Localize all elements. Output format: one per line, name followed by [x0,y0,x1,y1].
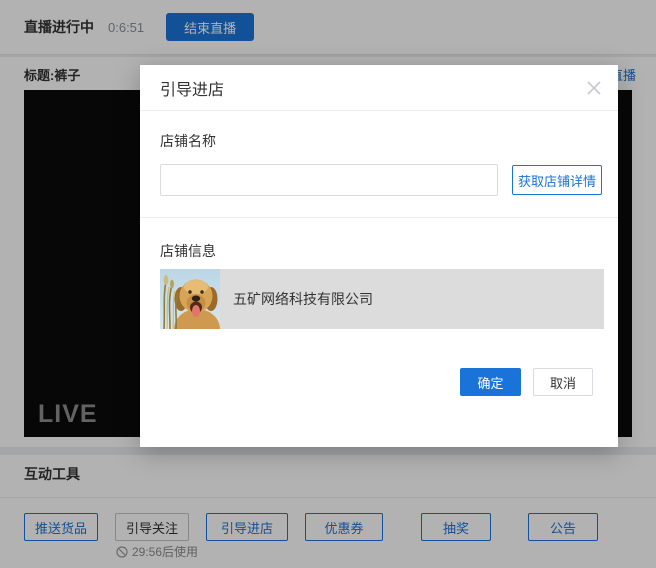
dialog-header: 引导进店 [140,65,618,111]
dialog-title: 引导进店 [160,81,225,99]
close-x-icon [587,81,601,95]
confirm-button[interactable]: 确定 [460,368,521,396]
cancel-button[interactable]: 取消 [533,368,593,396]
store-name-label: 店铺名称 [160,133,216,149]
company-name: 五矿网络科技有限公司 [233,291,373,307]
dialog-divider [140,217,618,218]
guide-to-store-dialog: 引导进店 店铺名称 获取店铺详情 店铺信息 五矿网络科技有限公司 确定 取消 [140,65,618,447]
fetch-store-details-button[interactable]: 获取店铺详情 [512,165,602,195]
store-avatar-dog-photo [160,269,220,329]
live-console-page: 直播进行中 0:6:51 结束直播 标题:裤子 直播 LIVE 互动工具 推送货… [0,0,656,568]
store-name-input[interactable] [160,164,498,196]
store-info-label: 店铺信息 [160,243,216,259]
close-icon[interactable] [582,76,606,100]
store-info-row: 五矿网络科技有限公司 [160,269,604,329]
